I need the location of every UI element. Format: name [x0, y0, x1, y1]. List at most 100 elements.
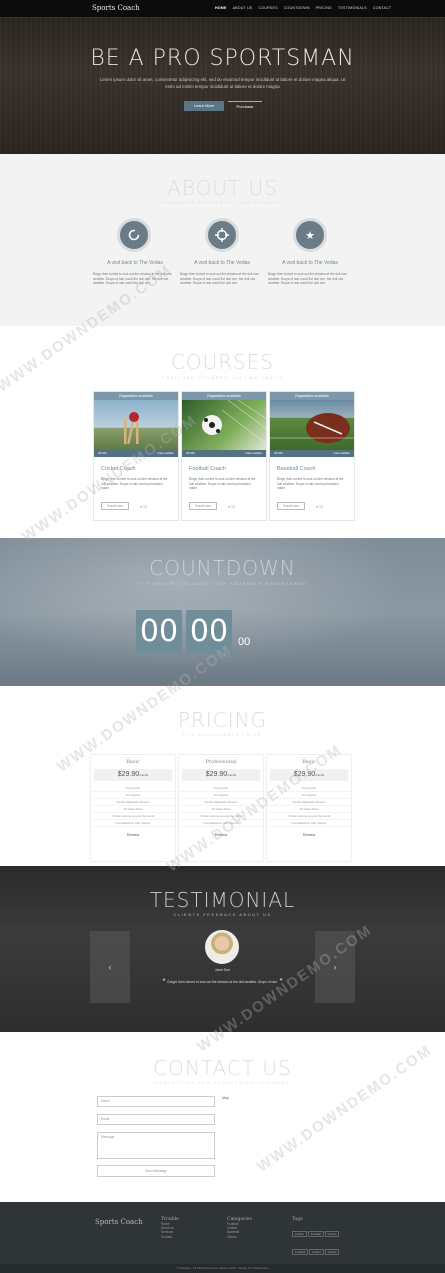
plan-features: Pro Coach No support Sports Materials Su… — [91, 785, 175, 827]
course-duration: 40 Min — [98, 451, 108, 455]
likes-count[interactable]: ♥ 10 — [140, 505, 147, 509]
pricing-title: PRICING — [177, 708, 268, 732]
footer-brand: Sports Coach — [95, 1218, 143, 1226]
brand-logo[interactable]: Sports Coach — [92, 4, 140, 12]
plan-price: $29.90/month — [94, 769, 172, 781]
likes-count[interactable]: ♥ 10 — [316, 505, 323, 509]
footer-link[interactable]: Contact — [161, 1235, 179, 1239]
tag-link[interactable]: Cricket — [308, 1249, 324, 1255]
name-field[interactable]: Name — [97, 1096, 215, 1107]
price-period: /month — [227, 773, 237, 777]
feature-1-title: A visit back to The Vedas — [107, 260, 163, 266]
about-subtitle: FEATURED PROJECTS THAT WE LOVE — [162, 200, 283, 205]
course-meta: 40 Min Intermediate — [270, 450, 354, 457]
baseball-image — [270, 400, 356, 450]
plan-feature: 10 Video Files — [267, 806, 351, 813]
plan-price: $29.90/month — [182, 769, 260, 781]
learn-more-button[interactable]: Learn More — [184, 101, 224, 111]
nav-item-about[interactable]: ABOUT US — [233, 6, 253, 10]
purchase-button[interactable]: Purchase — [228, 101, 262, 111]
pricing-subtitle: IT'S AFFORDABLE PRICE — [182, 732, 263, 737]
likes-value: 10 — [318, 505, 323, 509]
plan-feature: Pro Coach — [179, 785, 263, 792]
about-section: ABOUT US FEATURED PROJECTS THAT WE LOVE … — [0, 154, 445, 326]
likes-count[interactable]: ♥ 10 — [228, 505, 235, 509]
likes-value: 10 — [142, 505, 147, 509]
course-level: Intermediate — [245, 451, 262, 455]
registration-ribbon: Registration Available — [270, 392, 354, 400]
tag-link[interactable]: Cricket — [324, 1231, 340, 1237]
email-field[interactable]: Email — [97, 1114, 215, 1125]
plan-feature: Pro Coach — [91, 785, 175, 792]
nav-item-testimonials[interactable]: TESTIMONIALS — [338, 6, 367, 10]
courses-title: COURSES — [170, 350, 275, 374]
countdown-subtitle: IT'S NEVER TOO LATE, GET YOURSELF REGIST… — [138, 581, 307, 586]
top-navbar: Sports Coach HOME ABOUT US COURSES COUNT… — [0, 0, 445, 18]
course-text: Bingo then turned to look out the window… — [277, 477, 344, 491]
prev-arrow-button[interactable]: ‹ — [90, 931, 130, 1003]
nav-item-home[interactable]: HOME — [215, 6, 227, 10]
nav-item-contact[interactable]: CONTACT — [373, 6, 392, 10]
enroll-button[interactable]: Enroll now — [101, 502, 129, 510]
price-period: /month — [139, 773, 149, 777]
testimonial-title: TESTIMONIAL — [149, 888, 296, 912]
nav-item-countdown[interactable]: COUNTDOWN — [284, 6, 310, 10]
main-menu: HOME ABOUT US COURSES COUNTDOWN PRICING … — [215, 6, 391, 10]
tag-link[interactable]: Football — [292, 1249, 308, 1255]
footer-col-title: Tags — [292, 1217, 303, 1222]
refresh-icon — [117, 218, 151, 252]
course-meta: 40 Min Intermediate — [182, 450, 266, 457]
renew-button[interactable]: Renew — [267, 832, 351, 837]
tag-link[interactable]: Cricket — [292, 1231, 307, 1237]
registration-ribbon: Registration Available — [94, 392, 178, 400]
renew-button[interactable]: Renew — [91, 832, 175, 837]
course-duration: 40 Min — [186, 451, 196, 455]
countdown-title: COUNTDOWN — [149, 556, 296, 580]
hero-title: BE A PRO SPORTSMAN — [90, 46, 355, 71]
footer: Sports Coach Trouble Home About us Servi… — [0, 1202, 445, 1273]
copyright: © Designer - All Rights Reserved. Sports… — [0, 1264, 445, 1273]
courses-subtitle: FEATURED COURSES THAT WE TEACH — [162, 375, 283, 380]
pricing-plan-basic: Basic $29.90/month Pro Coach No support … — [90, 754, 176, 862]
footer-col-2: Categories Football Cricket Baseball Oth… — [227, 1217, 252, 1239]
plan-feature: 10 Video Files — [91, 806, 175, 813]
footer-col-1: Trouble Home About us Services Contact — [161, 1217, 179, 1239]
tag-link[interactable]: Cricket — [324, 1249, 340, 1255]
plan-feature: No support — [91, 792, 175, 799]
contact-section: CONTACT US CONTACT US FOR EVERYTHING YOU… — [0, 1032, 445, 1202]
feature-2 — [205, 218, 239, 252]
feature-2-title: A visit back to The Vedas — [194, 260, 250, 266]
course-level: Intermediate — [333, 451, 350, 455]
hero-banner: BE A PRO SPORTSMAN Lorem ipsum dolor sit… — [0, 18, 445, 154]
course-card-baseball[interactable]: Registration Available 40 Min Intermediat… — [269, 391, 356, 521]
message-field[interactable]: Message — [97, 1132, 215, 1159]
testimonial-section: TESTIMONIAL CLIENTS FEEDBACK ABOUT US ‹ … — [0, 866, 445, 1032]
feature-2-text: Bingo then turned to look out the window… — [180, 272, 260, 286]
course-card-football[interactable]: Registration Available 40 Min Intermediat… — [181, 391, 269, 521]
testimonial-name: Jane Doe — [214, 968, 231, 972]
plan-feature: Sports Materials Support — [91, 799, 175, 806]
quote-text: Gregor then turned to look out the windo… — [167, 980, 278, 984]
feature-3-text: Bingo then turned to look out the window… — [268, 272, 348, 286]
tag-link[interactable]: Football — [307, 1231, 324, 1237]
about-title: ABOUT US — [167, 176, 278, 200]
plan-feature: Online training around the world — [91, 813, 175, 820]
plan-feature: Online training around the world — [267, 813, 351, 820]
feature-3-title: A visit back to The Vedas — [282, 260, 338, 266]
course-title[interactable]: Baseball Coach — [270, 457, 354, 472]
enroll-button[interactable]: Enroll now — [189, 502, 217, 510]
send-message-button[interactable]: Send Message — [97, 1165, 215, 1177]
nav-item-pricing[interactable]: PRICING — [316, 6, 332, 10]
star-icon: ★ — [293, 218, 327, 252]
feature-1 — [117, 218, 151, 252]
enroll-button[interactable]: Enroll now — [277, 502, 305, 510]
likes-value: 10 — [230, 505, 235, 509]
course-text: Bingo then turned to look out the window… — [189, 477, 256, 491]
nav-item-courses[interactable]: COURSES — [259, 6, 278, 10]
testimonial-subtitle: CLIENTS FEEDBACK ABOUT US — [173, 912, 272, 917]
course-title[interactable]: Football Coach — [182, 457, 266, 472]
footer-link[interactable]: Others — [227, 1235, 252, 1239]
map-label: Map — [222, 1096, 229, 1100]
countdown-hours: 00 — [136, 610, 182, 654]
plan-name: Basic — [126, 759, 140, 765]
